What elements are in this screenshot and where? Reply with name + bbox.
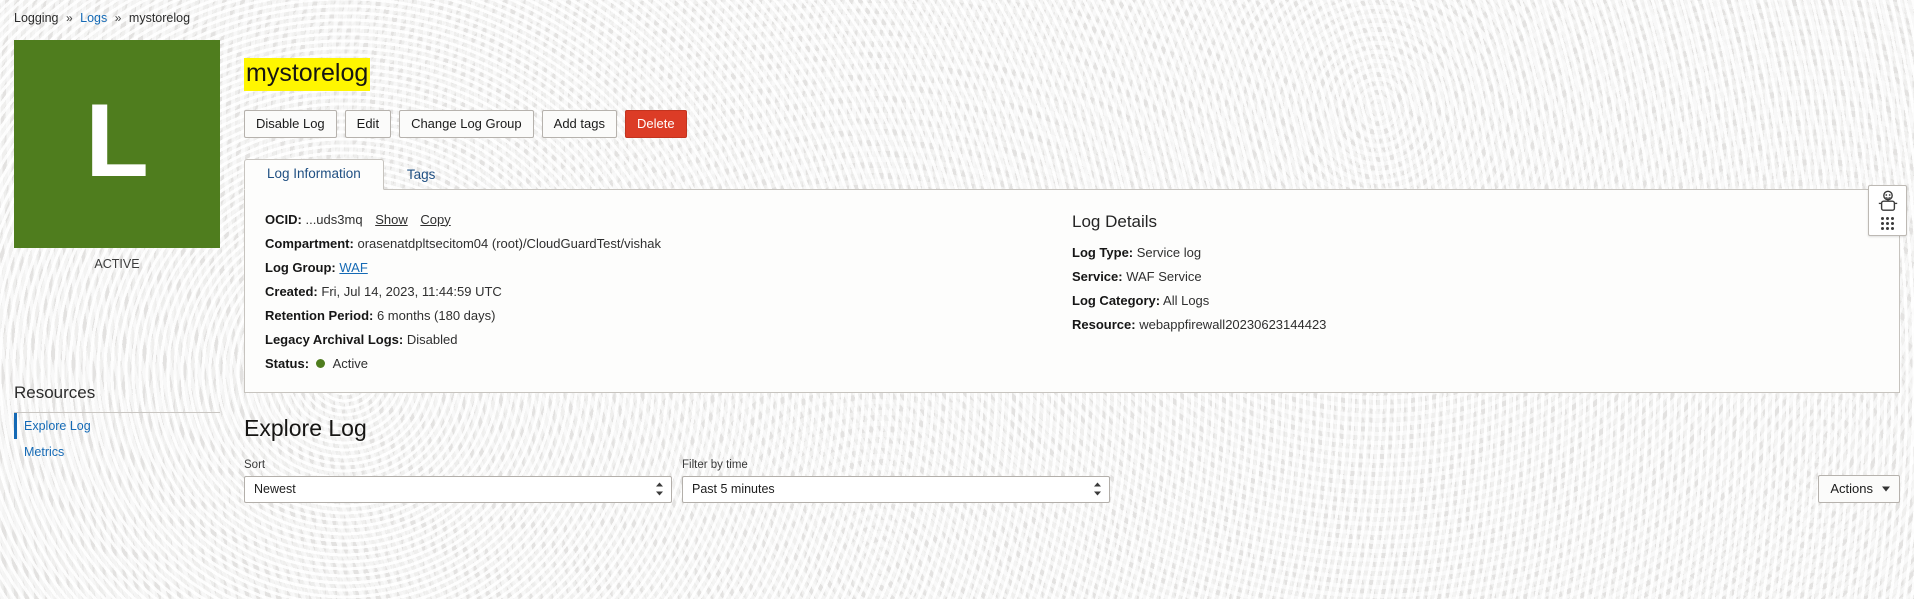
grid-dots-icon bbox=[1881, 217, 1894, 230]
logging-log-details-page: Logging » Logs » mystorelog L ACTIVE Res… bbox=[0, 0, 1914, 599]
change-log-group-button[interactable]: Change Log Group bbox=[399, 109, 534, 138]
chevron-down-icon bbox=[1882, 486, 1890, 491]
actions-button-label: Actions bbox=[1830, 480, 1873, 496]
breadcrumb-separator-icon: » bbox=[65, 11, 73, 25]
sort-label: Sort bbox=[244, 458, 266, 471]
created-value: Fri, Jul 14, 2023, 11:44:59 UTC bbox=[321, 283, 502, 299]
detail-tabs: Log Information Tags bbox=[244, 158, 1900, 190]
filter-by-time-selected-value: Past 5 minutes bbox=[692, 482, 775, 496]
edit-button[interactable]: Edit bbox=[344, 109, 392, 138]
ocid-row: OCID: ...uds3mq Show Copy bbox=[265, 212, 1052, 228]
assistant-widget[interactable] bbox=[1868, 185, 1907, 236]
created-label: Created: bbox=[265, 283, 318, 299]
compartment-label: Compartment: bbox=[265, 235, 354, 251]
legacy-archival-logs-row: Legacy Archival Logs: Disabled bbox=[265, 332, 1052, 348]
tab-label: Tags bbox=[406, 166, 436, 182]
status-dot-icon bbox=[315, 358, 325, 368]
service-row: Service: WAF Service bbox=[1072, 269, 1879, 285]
tab-label: Log Information bbox=[267, 165, 361, 181]
ocid-show-link[interactable]: Show bbox=[375, 212, 408, 227]
log-category-label: Log Category: bbox=[1072, 292, 1161, 308]
retention-period-label: Retention Period: bbox=[265, 307, 374, 323]
filter-by-time-field: Filter by time Past 5 minutes bbox=[682, 459, 1110, 503]
log-service-tile: L bbox=[14, 40, 220, 248]
left-sidebar: L ACTIVE Resources Explore Log Metrics bbox=[0, 26, 229, 465]
sidebar-item-label: Explore Log bbox=[24, 419, 91, 433]
tab-tags[interactable]: Tags bbox=[384, 160, 459, 190]
compartment-value: orasenatdpltsecitom04 (root)/CloudGuardT… bbox=[357, 235, 661, 251]
sort-select[interactable]: Newest bbox=[244, 475, 672, 503]
retention-period-value: 6 months (180 days) bbox=[376, 307, 496, 323]
created-row: Created: Fri, Jul 14, 2023, 11:44:59 UTC bbox=[265, 284, 1052, 300]
resources-panel: Resources Explore Log Metrics bbox=[14, 383, 220, 465]
spinner-updown-icon[interactable] bbox=[1093, 482, 1102, 497]
actions-dropdown-button[interactable]: Actions bbox=[1818, 474, 1900, 503]
actions-wrapper: Actions bbox=[1818, 474, 1900, 503]
log-details-list: Log Type: Service log Service: WAF Servi… bbox=[1072, 245, 1879, 333]
service-value: WAF Service bbox=[1126, 268, 1202, 284]
page-title: mystorelog bbox=[244, 58, 371, 91]
filter-by-time-label: Filter by time bbox=[682, 458, 748, 471]
log-category-row: Log Category: All Logs bbox=[1072, 293, 1879, 309]
breadcrumb-item-logging: Logging bbox=[14, 11, 59, 25]
resource-row: Resource: webappfirewall20230623144423 bbox=[1072, 317, 1879, 333]
resources-heading: Resources bbox=[14, 383, 220, 413]
log-information-panel: OCID: ...uds3mq Show Copy Compartment: o… bbox=[244, 189, 1900, 393]
status-badge: Active bbox=[332, 355, 368, 371]
sort-field: Sort Newest bbox=[244, 459, 672, 503]
ocid-copy-link[interactable]: Copy bbox=[420, 212, 450, 227]
log-details-column: Log Details Log Type: Service log Servic… bbox=[1072, 212, 1899, 372]
page-body: L ACTIVE Resources Explore Log Metrics m… bbox=[0, 26, 1914, 503]
resource-value: webappfirewall20230623144423 bbox=[1139, 316, 1327, 332]
legacy-archival-logs-label: Legacy Archival Logs: bbox=[265, 331, 404, 347]
sidebar-item-metrics[interactable]: Metrics bbox=[14, 439, 220, 465]
resources-list: Explore Log Metrics bbox=[14, 413, 220, 465]
disable-log-button[interactable]: Disable Log bbox=[244, 109, 337, 138]
tab-log-information[interactable]: Log Information bbox=[244, 158, 384, 190]
log-group-link[interactable]: WAF bbox=[339, 260, 367, 275]
breadcrumb-separator-icon: » bbox=[114, 11, 122, 25]
log-group-label: Log Group: bbox=[265, 259, 336, 275]
log-type-row: Log Type: Service log bbox=[1072, 245, 1879, 261]
resource-label: Resource: bbox=[1072, 316, 1136, 332]
status-row: Status: Active bbox=[265, 356, 1052, 372]
log-details-heading: Log Details bbox=[1072, 211, 1158, 231]
log-information-column: OCID: ...uds3mq Show Copy Compartment: o… bbox=[245, 212, 1072, 372]
delete-button[interactable]: Delete bbox=[624, 109, 687, 138]
lifecycle-state-label: ACTIVE bbox=[94, 257, 140, 271]
sidebar-item-label: Metrics bbox=[24, 445, 65, 459]
sidebar-item-explore-log[interactable]: Explore Log bbox=[14, 413, 220, 439]
spinner-updown-icon[interactable] bbox=[655, 482, 664, 497]
breadcrumb-item-current: mystorelog bbox=[128, 11, 191, 25]
log-type-label: Log Type: bbox=[1072, 244, 1134, 260]
breadcrumb-item-logs[interactable]: Logs bbox=[80, 11, 107, 25]
logging-letter-icon: L bbox=[85, 83, 149, 199]
log-information-list: OCID: ...uds3mq Show Copy Compartment: o… bbox=[265, 212, 1052, 372]
robot-assistant-icon bbox=[1877, 190, 1899, 216]
legacy-archival-logs-value: Disabled bbox=[406, 331, 458, 347]
add-tags-button[interactable]: Add tags bbox=[541, 109, 617, 138]
filter-by-time-select[interactable]: Past 5 minutes bbox=[682, 475, 1110, 503]
log-type-value: Service log bbox=[1136, 244, 1202, 260]
retention-period-row: Retention Period: 6 months (180 days) bbox=[265, 308, 1052, 324]
breadcrumb: Logging » Logs » mystorelog bbox=[0, 0, 1914, 26]
main-content: mystorelog Disable Log Edit Change Log G… bbox=[229, 26, 1914, 503]
ocid-label: OCID: bbox=[265, 211, 302, 227]
compartment-row: Compartment: orasenatdpltsecitom04 (root… bbox=[265, 236, 1052, 252]
service-label: Service: bbox=[1072, 268, 1123, 284]
action-button-row: Disable Log Edit Change Log Group Add ta… bbox=[244, 109, 1900, 138]
status-label: Status: bbox=[265, 355, 310, 371]
sort-selected-value: Newest bbox=[254, 482, 296, 496]
log-category-value: All Logs bbox=[1163, 292, 1210, 308]
explore-log-filter-row: Sort Newest Filter by time Past 5 minute… bbox=[244, 459, 1900, 503]
log-group-row: Log Group: WAF bbox=[265, 260, 1052, 276]
ocid-value: ...uds3mq bbox=[305, 211, 363, 227]
explore-log-heading: Explore Log bbox=[244, 414, 367, 441]
